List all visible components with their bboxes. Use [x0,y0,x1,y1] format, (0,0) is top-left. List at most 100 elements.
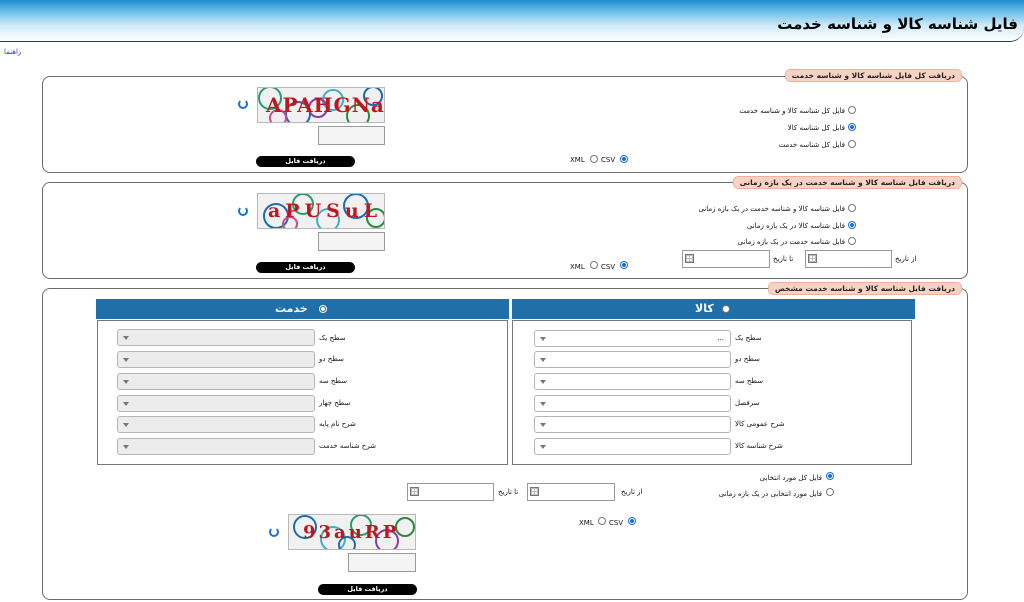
csv-radio[interactable] [628,517,636,525]
chevron-down-icon [540,402,546,406]
field-label: سطح یک [735,334,762,342]
field-label: سطح چهار [319,399,351,407]
option-all-selected-radio[interactable] [826,472,834,480]
option-khedmat-radio[interactable] [848,140,856,148]
khedmat-base-name-select[interactable] [117,416,315,433]
option-kala-period-radio[interactable] [848,221,856,229]
khedmat-level1-select[interactable] [117,329,315,346]
field-label: سطح سه [319,377,347,385]
kala-id-desc-select[interactable] [534,438,731,455]
chevron-down-icon [540,380,546,384]
help-link[interactable]: راهنما [4,48,21,56]
chevron-down-icon [123,358,129,362]
chevron-down-icon [123,336,129,340]
from-date-label: از تاریخ [895,255,917,263]
option-label: فایل کل مورد انتخابی [759,474,822,482]
section2-legend: دریافت فایل شناسه کالا و شناسه خدمت در ی… [732,176,962,189]
option-all-period-radio[interactable] [848,204,856,212]
khedmat-title: خدمت [275,302,308,315]
field-label: شرح عمومی کالا [735,420,785,428]
kala-heading-select[interactable] [534,395,731,412]
kala-general-desc-select[interactable] [534,416,731,433]
khedmat-level3-select[interactable] [117,373,315,390]
xml-label: XML [579,519,594,527]
download-button[interactable]: دریافت فایل [318,584,417,595]
option-kala-radio[interactable] [848,123,856,131]
khedmat-level4-select[interactable] [117,395,315,412]
field-label: سرفصل [735,399,760,407]
option-period-selected-radio[interactable] [826,488,834,496]
option-all-radio[interactable] [848,106,856,114]
from-date-input[interactable] [805,250,892,268]
captcha-input[interactable] [348,553,416,572]
from-date-input[interactable] [527,483,615,501]
xml-label: XML [570,263,585,271]
captcha-image: 93auRP [288,514,416,550]
to-date-label: تا تاریخ [773,255,794,263]
from-date-label: از تاریخ [621,488,643,496]
chevron-down-icon [123,445,129,449]
to-date-input[interactable] [407,483,494,501]
field-label: سطح دو [319,355,344,363]
download-button[interactable]: دریافت فایل [256,262,355,273]
field-label: شرح شناسه کالا [735,442,783,450]
field-label: سطح یک [319,334,346,342]
option-label: فایل کل شناسه کالا [787,124,845,132]
xml-radio[interactable] [590,261,598,269]
calendar-icon[interactable] [685,254,694,263]
calendar-icon[interactable] [410,487,419,496]
field-label: سطح دو [735,355,760,363]
captcha-text: 93auRP [303,522,400,543]
khedmat-radio[interactable] [319,305,327,313]
kala-level1-select[interactable]: ... [534,330,731,347]
option-label: فایل شناسه کالا در یک بازه زمانی [746,222,845,230]
captcha-input[interactable] [318,126,385,145]
to-date-input[interactable] [682,250,770,268]
xml-radio[interactable] [598,517,606,525]
chevron-down-icon [123,402,129,406]
chevron-down-icon [123,423,129,427]
csv-radio[interactable] [620,155,628,163]
kala-level2-select[interactable] [534,351,731,368]
khedmat-id-desc-select[interactable] [117,438,315,455]
field-label: شرح نام پایه [319,420,356,428]
to-date-label: تا تاریخ [498,488,519,496]
captcha-image: aPUSuL [257,193,385,229]
calendar-icon[interactable] [808,254,817,263]
captcha-image: APAHGNa [257,87,385,123]
field-label: شرح شناسه خدمت [319,442,377,450]
khedmat-header: خدمت [96,299,509,319]
chevron-down-icon [540,358,546,362]
xml-radio[interactable] [590,155,598,163]
captcha-refresh-icon[interactable] [238,206,248,216]
captcha-text: APAHGNa [266,93,385,117]
section1-legend: دریافت کل فایل شناسه کالا و شناسه خدمت [784,69,962,82]
field-label: سطح سه [735,377,763,385]
chevron-down-icon [540,423,546,427]
kala-radio[interactable] [722,305,730,313]
captcha-input[interactable] [318,232,385,251]
kala-level3-select[interactable] [534,373,731,390]
kala-title: کالا [695,302,714,315]
captcha-refresh-icon[interactable] [238,99,248,109]
captcha-refresh-icon[interactable] [269,527,279,537]
download-button[interactable]: دریافت فایل [256,156,355,167]
csv-radio[interactable] [620,261,628,269]
page-title: فایل شناسه کالا و شناسه خدمت [777,15,1018,33]
section3-legend: دریافت فایل شناسه کالا و شناسه خدمت مشخص [767,282,962,295]
option-label: فایل کل شناسه خدمت [778,141,845,149]
option-label: فایل شناسه کالا و شناسه خدمت در یک بازه … [698,205,845,213]
option-khedmat-period-radio[interactable] [848,237,856,245]
xml-label: XML [570,156,585,164]
kala-header: کالا [512,299,915,319]
chevron-down-icon [540,445,546,449]
captcha-text: aPUSuL [268,200,383,222]
option-label: فایل شناسه خدمت در یک بازه زمانی [737,238,845,246]
calendar-icon[interactable] [530,487,539,496]
option-label: فایل مورد انتخابی در یک بازه زمانی [718,490,822,498]
option-label: فایل کل شناسه کالا و شناسه خدمت [739,107,845,115]
select-value: ... [717,334,724,342]
khedmat-level2-select[interactable] [117,351,315,368]
chevron-down-icon [123,380,129,384]
chevron-down-icon [540,337,546,341]
